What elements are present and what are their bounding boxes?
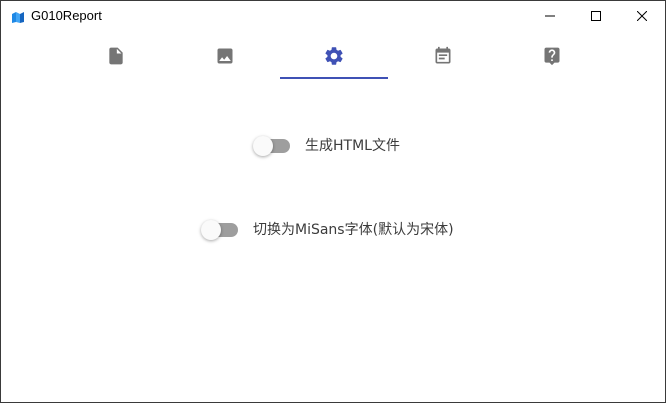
setting-generate-html: 生成HTML文件 <box>253 136 400 156</box>
tab-calendar[interactable] <box>389 33 497 79</box>
setting-misans-font: 切换为MiSans字体(默认为宋体) <box>201 220 454 240</box>
generate-html-toggle[interactable] <box>253 136 291 156</box>
tab-bar <box>1 33 665 81</box>
tab-file[interactable] <box>62 33 170 79</box>
file-icon <box>109 47 123 65</box>
active-tab-indicator <box>280 77 388 79</box>
misans-font-label: 切换为MiSans字体(默认为宋体) <box>253 222 454 238</box>
generate-html-label: 生成HTML文件 <box>305 138 400 154</box>
toggle-thumb <box>201 220 221 240</box>
tab-settings[interactable] <box>280 33 388 79</box>
close-button[interactable] <box>619 1 665 31</box>
window-title: G010Report <box>31 8 102 23</box>
tab-help[interactable] <box>498 33 606 79</box>
minimize-button[interactable] <box>527 1 573 31</box>
toggle-thumb <box>253 136 273 156</box>
misans-font-toggle[interactable] <box>201 220 239 240</box>
maximize-button[interactable] <box>573 1 619 31</box>
tab-image[interactable] <box>171 33 279 79</box>
help-icon <box>544 47 560 66</box>
title-bar[interactable]: G010Report <box>1 1 665 31</box>
minimize-icon <box>545 15 555 17</box>
app-logo-icon <box>11 9 25 23</box>
app-window: G010Report 生成HTML文件 切换为MiSans字体(默认为宋体) <box>0 0 666 403</box>
calendar-icon <box>435 46 451 64</box>
gear-icon <box>325 47 343 65</box>
image-icon <box>217 48 233 64</box>
close-icon <box>637 11 647 21</box>
maximize-icon <box>591 11 601 21</box>
